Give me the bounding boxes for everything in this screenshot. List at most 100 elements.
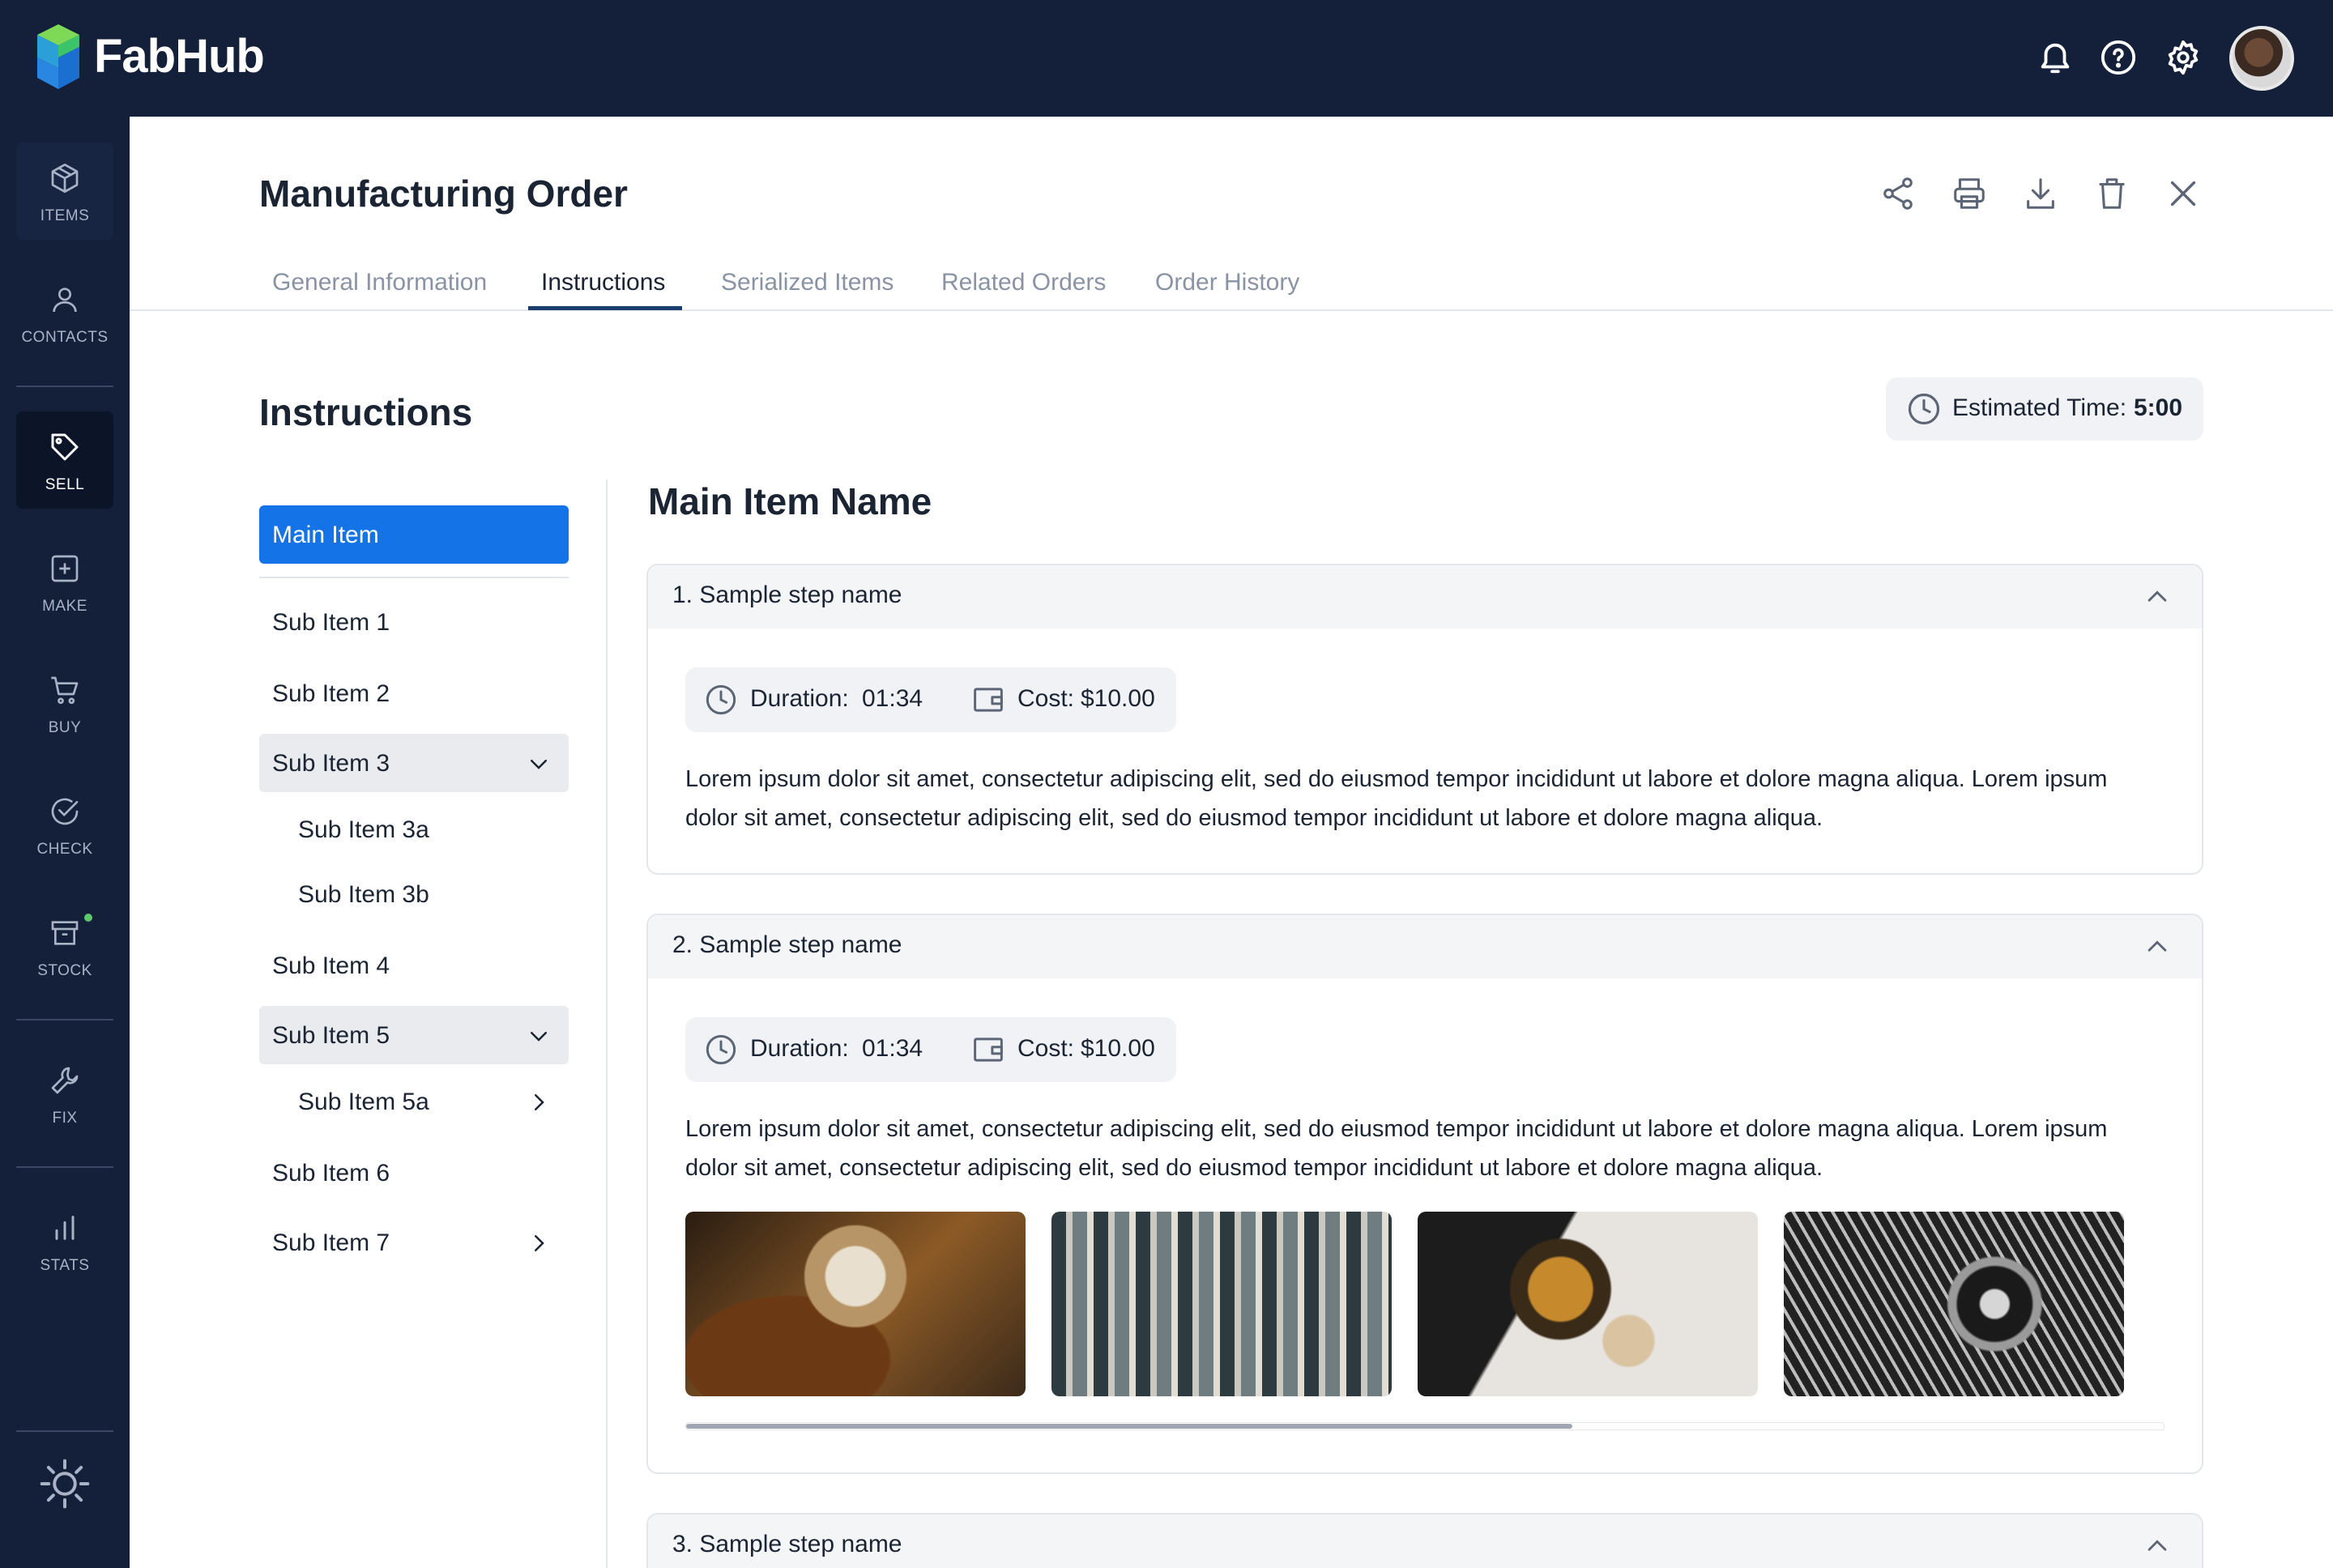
plus-square-icon — [51, 555, 79, 582]
print-icon[interactable] — [1951, 175, 1988, 212]
bell-icon[interactable] — [2037, 39, 2074, 76]
tree-item-sub-5a[interactable]: Sub Item 5a — [259, 1072, 569, 1131]
duration-label: Duration: — [750, 685, 849, 712]
tree-item-sub-7[interactable]: Sub Item 7 — [259, 1213, 569, 1272]
item-name-heading: Main Item Name — [648, 480, 932, 522]
tag-icon — [51, 433, 79, 461]
user-avatar[interactable] — [2229, 26, 2294, 91]
step-card: 2. Sample step name Duration: 01:34 Cost… — [646, 914, 2203, 1474]
cost-value: $10.00 — [1081, 1035, 1155, 1062]
cost-label: Cost: — [1017, 685, 1075, 712]
sidebar-item-label: ITEMS — [40, 207, 90, 224]
tree-item-main[interactable]: Main Item — [259, 505, 569, 564]
close-icon[interactable] — [2165, 175, 2202, 212]
page-title: Manufacturing Order — [259, 173, 628, 215]
circuit-board-photo[interactable] — [1051, 1212, 1392, 1396]
estimated-time-label: Estimated Time: — [1952, 394, 2127, 421]
tab-order-history[interactable]: Order History — [1155, 269, 1299, 296]
tree-item-sub-3[interactable]: Sub Item 3 — [259, 734, 569, 792]
tab-related-orders[interactable]: Related Orders — [941, 269, 1106, 296]
sidebar-divider — [16, 1430, 113, 1432]
tree-item-label: Sub Item 2 — [272, 680, 390, 707]
step-card: 3. Sample step name — [646, 1513, 2203, 1568]
tree-item-sub-6[interactable]: Sub Item 6 — [259, 1144, 569, 1202]
sidebar-item-buy[interactable]: BUY — [16, 654, 113, 752]
download-icon[interactable] — [2022, 175, 2059, 212]
tree-divider — [259, 577, 569, 578]
tree-item-sub-5[interactable]: Sub Item 5 — [259, 1006, 569, 1064]
check-circle-icon — [51, 798, 79, 825]
gear-icon[interactable] — [2165, 39, 2202, 76]
sidebar-item-check[interactable]: CHECK — [16, 776, 113, 873]
chevron-up-icon[interactable] — [2143, 1532, 2171, 1560]
trash-icon[interactable] — [2093, 175, 2130, 212]
sun-icon[interactable] — [37, 1456, 92, 1511]
chevron-down-icon[interactable] — [527, 1024, 551, 1048]
section-title: Instructions — [259, 391, 473, 433]
tree-item-label: Sub Item 1 — [272, 609, 390, 636]
bar-chart-icon — [55, 1216, 75, 1240]
help-icon[interactable] — [2100, 39, 2137, 76]
person-icon — [53, 288, 77, 313]
sidebar-divider — [16, 386, 113, 387]
sidebar-item-items[interactable]: ITEMS — [16, 143, 113, 240]
tab-serialized-items[interactable]: Serialized Items — [721, 269, 894, 296]
sidebar-item-make[interactable]: MAKE — [16, 533, 113, 630]
active-tab-indicator — [528, 306, 682, 310]
tree-item-label: Sub Item 6 — [272, 1160, 390, 1187]
tree-item-sub-3b[interactable]: Sub Item 3b — [259, 865, 569, 923]
duration-label: Duration: — [750, 1035, 849, 1062]
chevron-up-icon[interactable] — [2143, 583, 2171, 611]
step-title: 2. Sample step name — [672, 931, 902, 958]
gallery-scrollbar[interactable] — [685, 1422, 2165, 1430]
tree-item-sub-3a[interactable]: Sub Item 3a — [259, 800, 569, 859]
tree-item-label: Sub Item 4 — [272, 952, 390, 979]
sidebar-item-stock[interactable]: STOCK — [16, 897, 113, 995]
step-meta: Duration: 01:34 Cost: $10.00 — [685, 1017, 1176, 1082]
sidebar-item-fix[interactable]: FIX — [16, 1045, 113, 1142]
tree-item-sub-2[interactable]: Sub Item 2 — [259, 664, 569, 722]
chevron-down-icon[interactable] — [527, 752, 551, 776]
sidebar-item-stats[interactable]: STATS — [16, 1192, 113, 1289]
step-title: 1. Sample step name — [672, 582, 902, 608]
chevron-right-icon[interactable] — [527, 1090, 551, 1114]
cart-icon — [51, 676, 79, 705]
wallet-icon — [974, 688, 1003, 712]
engine-gears-photo[interactable] — [1784, 1212, 2124, 1396]
step-header[interactable]: 2. Sample step name — [648, 915, 2202, 978]
step-header[interactable]: 1. Sample step name — [648, 565, 2202, 628]
step-title: 3. Sample step name — [672, 1531, 902, 1557]
status-dot — [84, 914, 92, 922]
tree-item-sub-1[interactable]: Sub Item 1 — [259, 593, 569, 651]
sidebar-item-label: STATS — [40, 1257, 90, 1274]
brand-name[interactable]: FabHub — [94, 29, 265, 83]
share-icon[interactable] — [1879, 175, 1917, 212]
fabhub-logo[interactable] — [37, 24, 79, 89]
step-description: Lorem ipsum dolor sit amet, consectetur … — [685, 1116, 2108, 1181]
sidebar-item-label: CHECK — [36, 841, 93, 858]
tree-item-label: Sub Item 5a — [298, 1089, 429, 1115]
step-header[interactable]: 3. Sample step name — [648, 1515, 2202, 1568]
chevron-right-icon[interactable] — [527, 1231, 551, 1255]
duration-value: 01:34 — [862, 1035, 923, 1062]
watch-gears-photo[interactable] — [1418, 1212, 1758, 1396]
clock-icon — [1908, 393, 1940, 425]
estimated-time-value: 5:00 — [2134, 394, 2183, 421]
tree-item-label: Sub Item 3b — [298, 881, 429, 908]
sidebar-item-label: MAKE — [42, 598, 87, 615]
sidebar-item-contacts[interactable]: CONTACTS — [16, 264, 113, 361]
tab-general-information[interactable]: General Information — [272, 269, 487, 296]
tree-item-label: Sub Item 7 — [272, 1229, 390, 1256]
tree-item-sub-4[interactable]: Sub Item 4 — [259, 936, 569, 995]
tab-instructions[interactable]: Instructions — [541, 269, 665, 296]
duration-value: 01:34 — [862, 685, 923, 712]
chevron-up-icon[interactable] — [2143, 933, 2171, 961]
clock-icon — [706, 1034, 736, 1065]
sidebar-item-sell[interactable]: SELL — [16, 411, 113, 509]
gallery-scrollbar-thumb[interactable] — [686, 1424, 1573, 1429]
sidebar-divider — [16, 1166, 113, 1168]
wallet-icon — [974, 1038, 1003, 1062]
step-description: Lorem ipsum dolor sit amet, consectetur … — [685, 766, 2108, 831]
tree-item-label: Sub Item 5 — [272, 1022, 390, 1049]
vintage-machine-photo[interactable] — [685, 1212, 1026, 1396]
